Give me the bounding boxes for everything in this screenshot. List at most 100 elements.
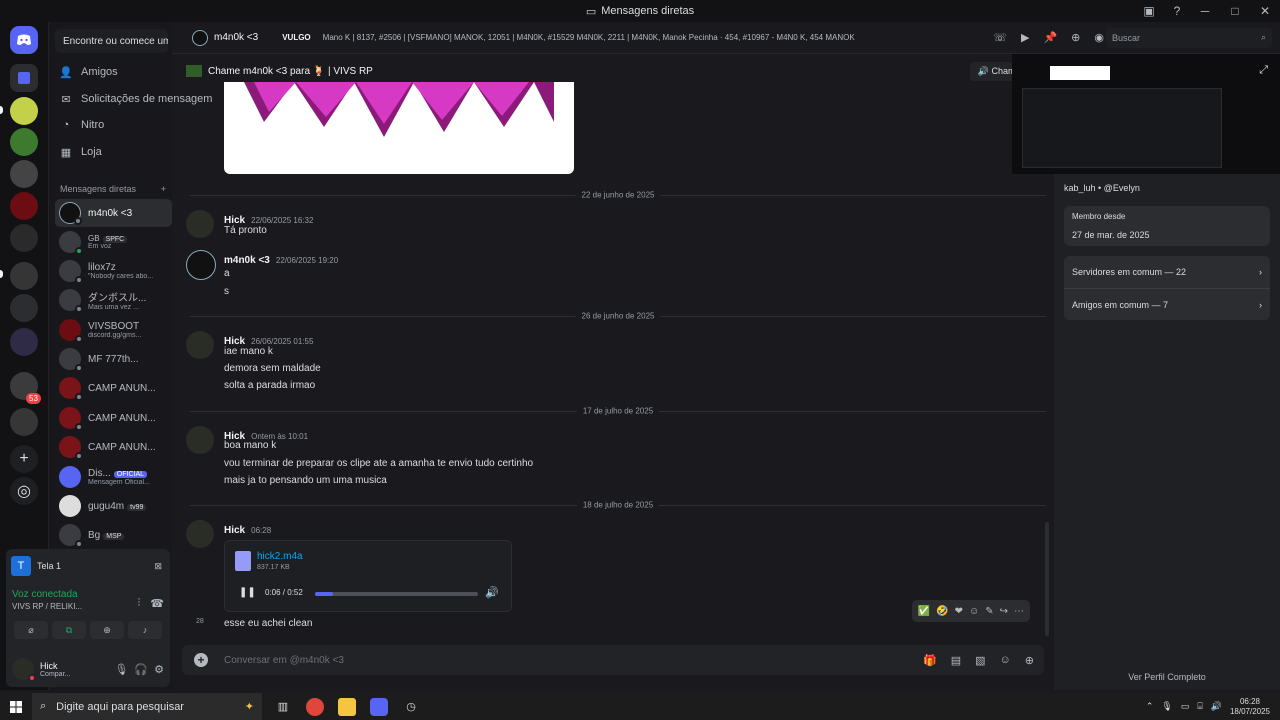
maximize-button[interactable]: □ [1220,0,1250,22]
mic-icon[interactable]: 🎙 [114,663,128,676]
server-folder[interactable] [10,262,38,290]
dm-item[interactable]: GB SPFC Em voz [55,228,172,256]
headphone-icon[interactable]: 🎧 [134,663,148,676]
nav-friends[interactable]: 👤 Amigos [59,61,118,83]
heart-reaction-icon[interactable]: ❤ [955,606,963,617]
avatar[interactable] [186,331,214,359]
create-dm-icon[interactable]: + [161,184,166,194]
upload-plus-icon[interactable]: + [194,653,208,667]
image-attachment[interactable] [224,82,574,174]
volume-icon[interactable]: 🔊 [485,586,499,599]
dm-item[interactable]: CAMP ANUN... [55,433,172,461]
pause-icon[interactable]: ❚❚ [239,587,256,598]
stream-preview[interactable]: ⤢ [1012,54,1280,174]
edit-icon[interactable]: ✎ [985,606,993,617]
help-icon[interactable]: ? [1164,0,1190,22]
voice-server[interactable]: VIVS RP / RELIKI... [12,602,82,611]
soundboard-button[interactable]: ♪ [128,621,162,639]
profile-icon[interactable]: ◉ [1094,31,1104,44]
nav-shop[interactable]: ▦ Loja [59,141,102,163]
pin-icon[interactable]: 📌 [1043,31,1057,44]
dm-item[interactable]: gugu4m tv99 [55,492,172,520]
activities-button[interactable]: ⊕ [90,621,124,639]
author-name[interactable]: Hick [224,525,245,536]
dm-item[interactable]: CAMP ANUN... [55,374,172,402]
search-input[interactable]: Buscar ⌕ [1106,27,1272,48]
server-folder[interactable] [10,408,38,436]
mic-tray-icon[interactable]: 🎙 [1161,701,1172,712]
clock-app-icon[interactable]: ◷ [402,698,420,716]
server-folder[interactable] [10,294,38,322]
close-button[interactable]: ✕ [1250,0,1280,22]
audio-progress[interactable] [315,592,478,596]
emoji-icon[interactable]: ☺ [1000,654,1011,667]
mutual-servers-row[interactable]: Servidores em comum — 22 › [1064,256,1270,288]
server-icon-svt[interactable] [10,192,38,220]
dm-item[interactable]: Bg MSP [55,521,172,549]
dm-name[interactable]: m4n0k <3 [214,32,258,43]
gift-icon[interactable]: 🎁 [923,654,937,667]
server-folder[interactable] [10,64,38,92]
clock[interactable]: 06:28 18/07/2025 [1230,697,1270,717]
avatar[interactable] [186,426,214,454]
video-icon[interactable]: ▶ [1021,31,1029,44]
gif-icon[interactable]: ▤ [951,654,961,667]
server-icon-tropa[interactable] [10,128,38,156]
server-folder[interactable] [10,328,38,356]
windows-start-icon[interactable] [0,700,32,713]
dm-item[interactable]: VIVSBOOT discord.gg/gms... [55,316,172,344]
server-icon[interactable] [10,224,38,252]
add-server-button[interactable]: + [10,445,38,473]
chrome-icon[interactable] [306,697,324,716]
discord-taskbar-icon[interactable] [370,697,388,716]
chevron-up-icon[interactable]: ⌃ [1146,701,1154,712]
avatar[interactable] [186,250,216,280]
find-conversation-button[interactable]: Encontre ou comece uma conversa [55,29,168,53]
inbox-icon[interactable]: ▣ [1134,0,1164,22]
voice-status[interactable]: Voz conectada [12,589,82,600]
avatar[interactable] [186,210,214,238]
call-icon[interactable]: ☏ [993,31,1007,44]
add-reaction-icon[interactable]: ☺ [969,606,979,617]
reply-icon[interactable]: ↪ [1000,606,1008,617]
noise-icon[interactable]: ⫶ [138,597,141,611]
add-friend-icon[interactable]: ⊕ [1071,31,1080,44]
sticker-icon[interactable]: ▧ [975,654,985,667]
dm-item[interactable]: ダンボスル... Mais uma vez ... [55,286,172,314]
home-button[interactable] [10,26,38,54]
explore-icon[interactable]: ◎ [10,477,38,505]
author-name[interactable]: m4n0k <3 [224,255,270,266]
dm-item[interactable]: m4n0k <3 [55,199,172,227]
nav-nitro[interactable]: ◔ Nitro [59,114,105,136]
dm-item[interactable]: lilox7z "Nobody cares abo... [55,257,172,285]
dm-item[interactable]: MF 777th... [55,345,172,373]
server-icon[interactable] [10,97,38,125]
scrollbar[interactable] [1045,522,1049,636]
popout-icon[interactable]: ⤢ [1259,64,1268,77]
share-screen-button[interactable]: ⧉ [52,621,86,639]
dm-item[interactable]: CAMP ANUN... [55,404,172,432]
avatar[interactable] [12,658,36,682]
taskbar-search[interactable]: ⌕ Digite aqui para pesquisar ✦ [32,693,262,720]
file-explorer-icon[interactable] [338,697,356,716]
network-icon[interactable]: ⌸ [1197,701,1202,712]
full-profile-link[interactable]: Ver Perfil Completo [1054,672,1280,682]
avatar[interactable] [186,520,214,548]
message-input[interactable]: Conversar em @m4n0k <3 [224,655,344,666]
more-icon[interactable]: ⋯ [1014,606,1024,617]
volume-tray-icon[interactable]: 🔊 [1211,701,1222,712]
server-icon[interactable] [10,160,38,188]
task-view-icon[interactable]: ▥ [274,698,292,716]
camera-off-button[interactable]: ⌀ [14,621,48,639]
gear-icon[interactable]: ⚙ [154,663,164,676]
dm-item[interactable]: Dis... OFICIAL Mensagem Oficial... [55,463,172,491]
disconnect-icon[interactable]: ☎ [150,597,164,611]
message-composer[interactable]: + Conversar em @m4n0k <3 🎁 ▤ ▧ ☺ ⊕ [182,645,1044,675]
mutual-friends-row[interactable]: Amigos em comum — 7 › [1064,288,1270,320]
check-reaction-icon[interactable]: ✅ [918,606,930,617]
stop-share-icon[interactable]: ⊠ [154,561,162,572]
activity-icon[interactable]: ⊕ [1025,654,1034,667]
minimize-button[interactable]: ─ [1190,0,1220,22]
file-link[interactable]: hick2.m4a [257,551,303,562]
laugh-reaction-icon[interactable]: 🤣 [936,606,948,617]
